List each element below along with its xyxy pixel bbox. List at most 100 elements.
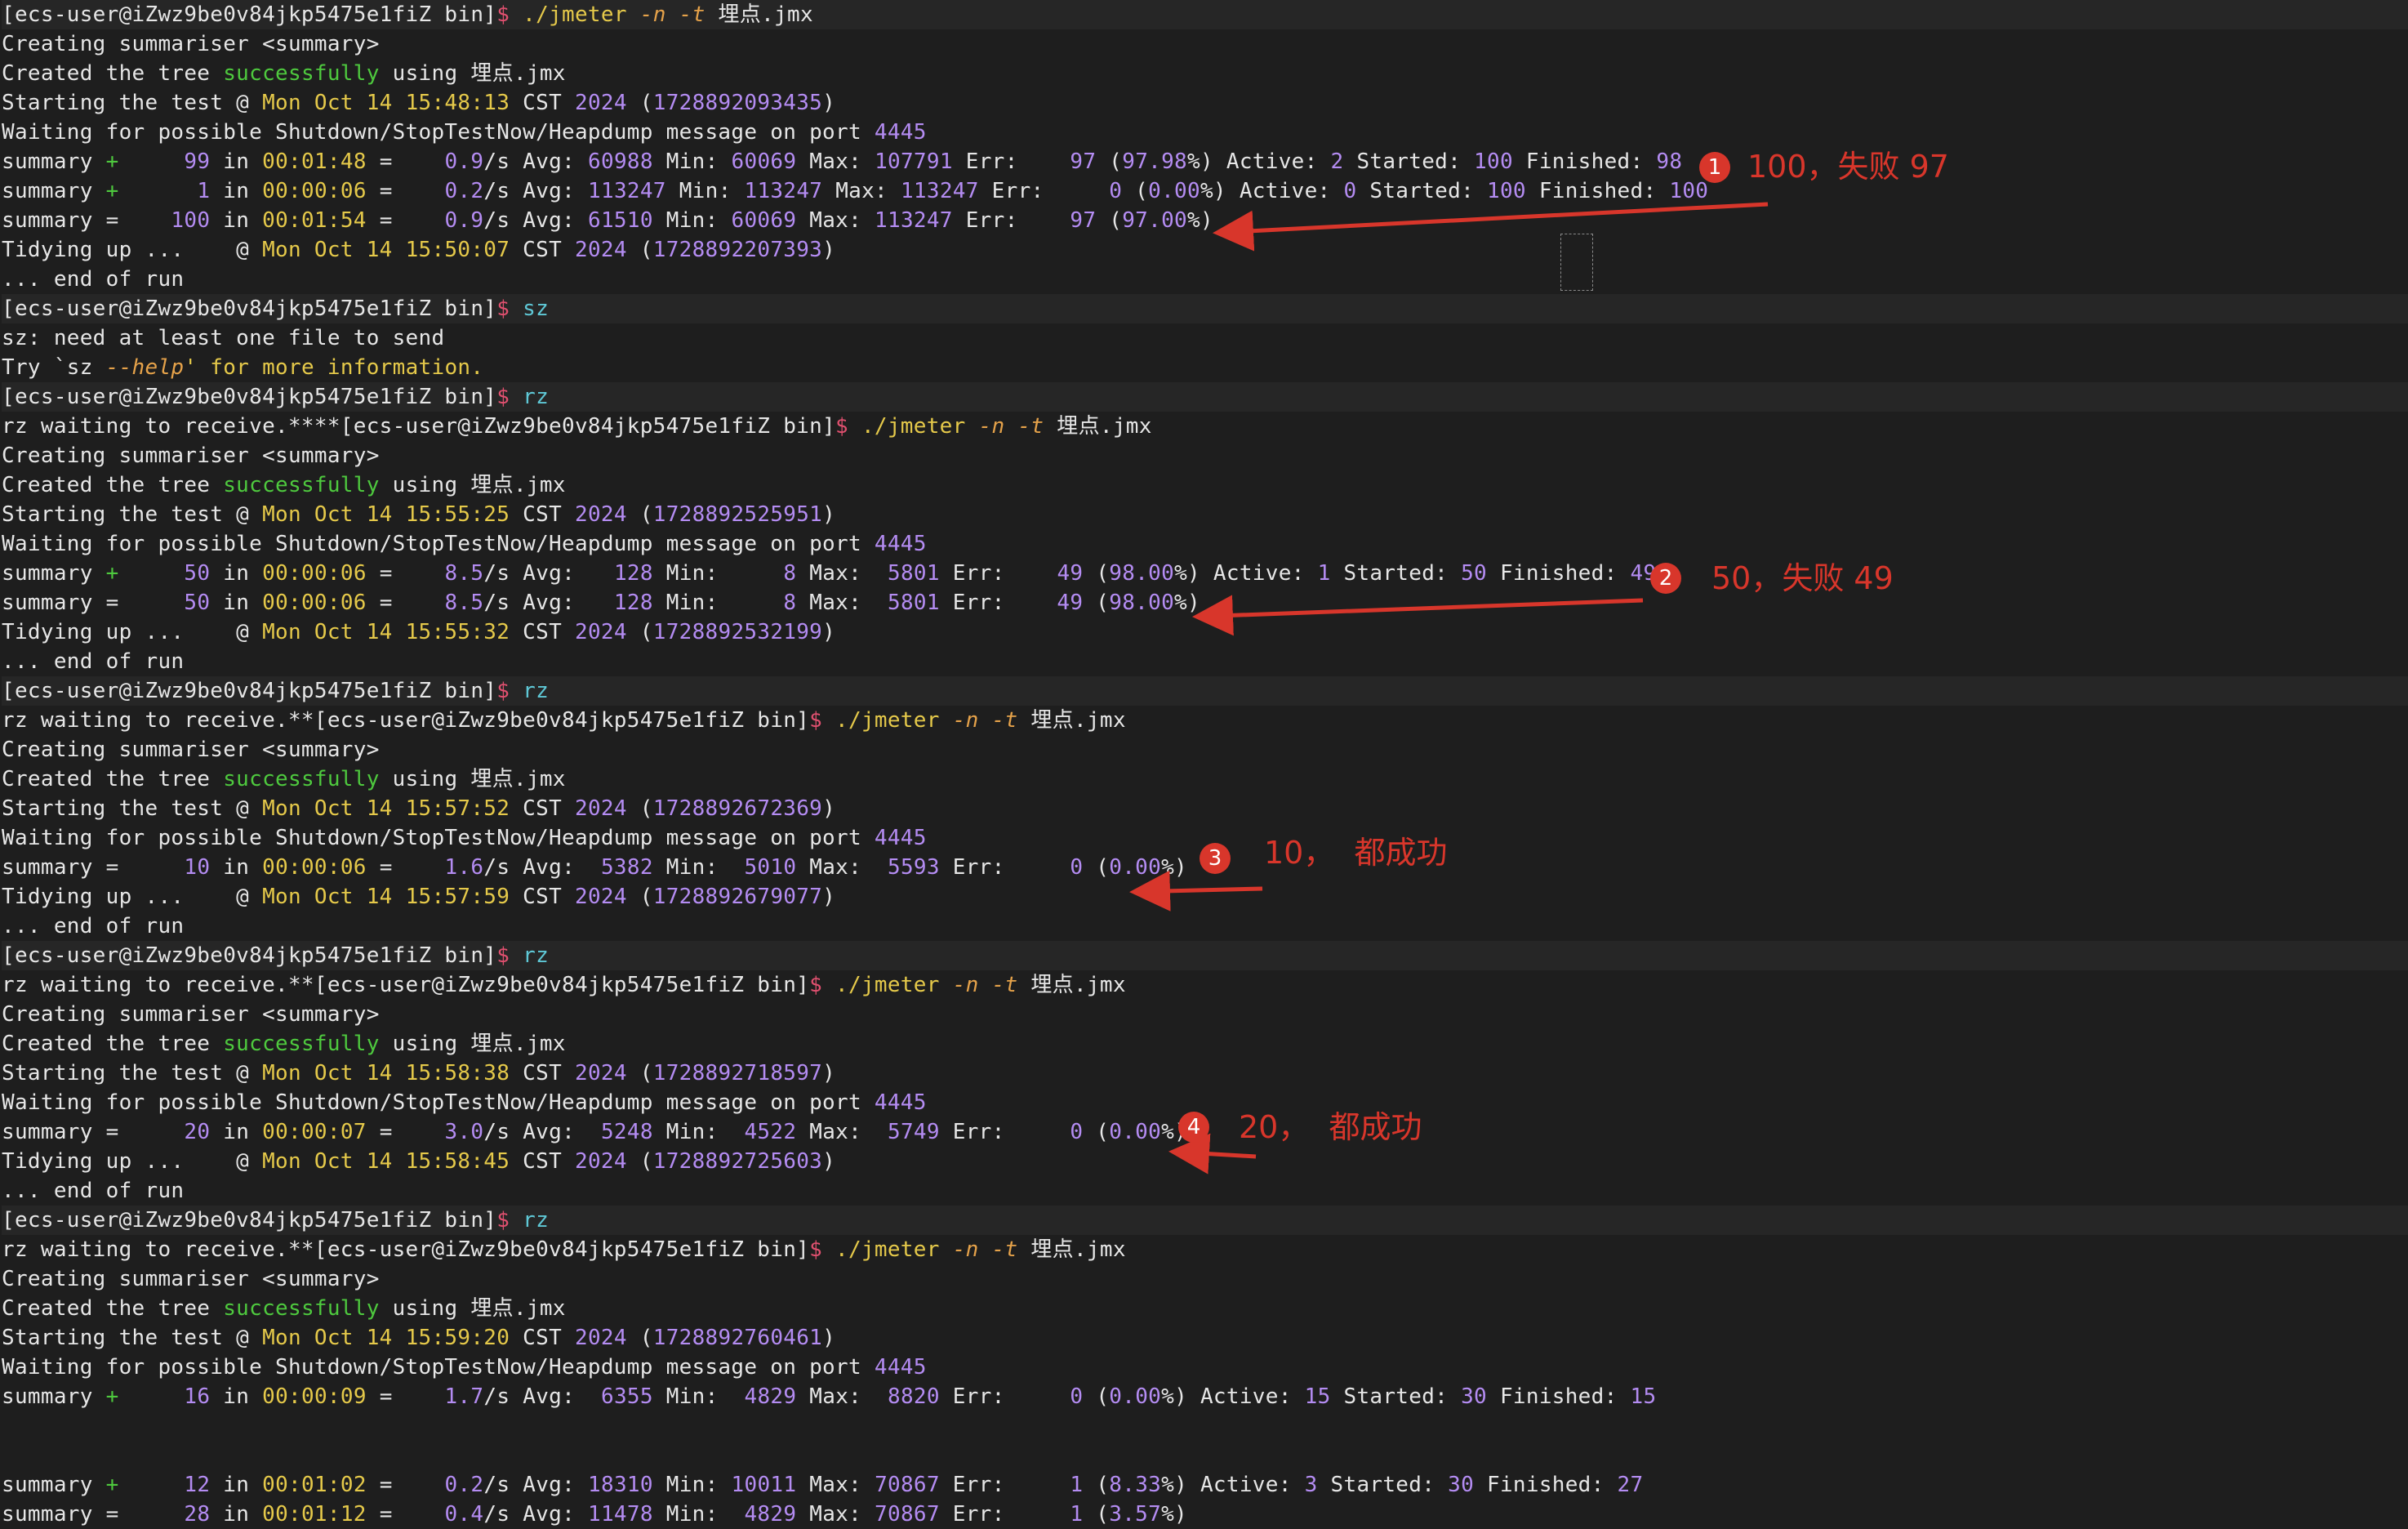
terminal-text-segment: $ xyxy=(496,2,523,27)
terminal-text-segment: Err: xyxy=(952,149,1070,174)
terminal-text-segment: ) xyxy=(822,238,836,262)
terminal-text-segment: 50 xyxy=(184,561,211,586)
terminal-text-segment: 4829 xyxy=(744,1502,797,1527)
terminal-text-segment: successfully xyxy=(223,61,380,86)
terminal-text-segment: ( xyxy=(626,885,653,909)
terminal-text-segment: 5593 xyxy=(887,855,940,880)
terminal-text-segment: Creating summariser <summary> xyxy=(2,444,380,468)
terminal-text-segment: -n -t xyxy=(639,2,719,27)
terminal-text-segment: using 埋点.jmx xyxy=(379,1296,566,1321)
terminal-text-segment: = xyxy=(366,1473,445,1497)
terminal-text-segment: 30 xyxy=(1448,1473,1475,1497)
terminal-text-segment: 0 xyxy=(1070,1120,1084,1144)
terminal-text-segment: Waiting for possible Shutdown/StopTestNo… xyxy=(2,826,875,850)
terminal-text-segment: Min: xyxy=(652,1384,745,1409)
terminal-text-segment: in xyxy=(210,1384,263,1409)
terminal-text-segment: Min: xyxy=(652,149,732,174)
terminal-text-segment: 00:01:48 xyxy=(262,149,367,174)
terminal-text-segment: summary = xyxy=(2,1502,185,1527)
terminal-text-segment: ( xyxy=(626,796,653,821)
terminal-text-segment: Mon Oct 14 15:57:52 xyxy=(262,796,510,821)
terminal-text-segment: = xyxy=(366,561,445,586)
terminal-text-segment: Finished: xyxy=(1525,179,1670,203)
terminal-text-segment: /s Avg: xyxy=(483,1120,601,1144)
terminal-text-segment: 113247 xyxy=(588,179,666,203)
terminal-text-segment: sz: need at least one file to send xyxy=(2,326,445,350)
terminal-text-segment: %) Active: xyxy=(1161,1384,1305,1409)
terminal-text-segment: Err: xyxy=(939,1384,1070,1409)
terminal-text-segment: Started: xyxy=(1317,1473,1449,1497)
terminal-text-segment: ... end of run xyxy=(2,1179,185,1203)
terminal-text-segment: /s Avg: xyxy=(483,561,614,586)
terminal-text-segment: /s Avg: xyxy=(483,179,589,203)
terminal-output-line: Starting the test @ Mon Oct 14 15:59:20 … xyxy=(2,1323,835,1353)
terminal-text-segment: [ecs-user@iZwz9be0v84jkp5475e1fiZ bin] xyxy=(2,385,497,409)
terminal-text-segment: 0 xyxy=(1070,1384,1084,1409)
terminal-window[interactable]: [ecs-user@iZwz9be0v84jkp5475e1fiZ bin]$ … xyxy=(0,0,2408,1527)
terminal-text-segment: = xyxy=(366,1502,445,1527)
terminal-text-segment: 2024 xyxy=(574,91,627,115)
terminal-output-line: Waiting for possible Shutdown/StopTestNo… xyxy=(2,529,927,559)
terminal-text-segment: 2 xyxy=(1330,149,1344,174)
terminal-text-segment: 97.00 xyxy=(1122,208,1187,233)
terminal-text-segment: rz xyxy=(523,943,550,968)
terminal-text-segment: using 埋点.jmx xyxy=(379,61,566,86)
terminal-text-segment: 1 xyxy=(197,179,211,203)
terminal-text-segment: [ecs-user@iZwz9be0v84jkp5475e1fiZ bin] xyxy=(2,2,497,27)
terminal-text-segment: 8 xyxy=(783,561,797,586)
terminal-text-segment: 10011 xyxy=(731,1473,797,1497)
terminal-prompt-line: [ecs-user@iZwz9be0v84jkp5475e1fiZ bin]$ … xyxy=(2,294,2408,323)
terminal-output-line: Creating summariser <summary> xyxy=(2,735,380,764)
terminal-text-segment: Waiting for possible Shutdown/StopTestNo… xyxy=(2,1355,875,1380)
terminal-text-segment: 00:01:02 xyxy=(262,1473,367,1497)
terminal-text-segment: Tidying up ... @ xyxy=(2,238,263,262)
terminal-output-line: Tidying up ... @ Mon Oct 14 15:57:59 CST… xyxy=(2,882,835,912)
terminal-text-segment: 11478 xyxy=(588,1502,653,1527)
terminal-text-segment: 0.9 xyxy=(444,208,484,233)
terminal-text-segment: 0.2 xyxy=(444,1473,484,1497)
terminal-text-segment: in xyxy=(210,179,263,203)
terminal-output-line: Tidying up ... @ Mon Oct 14 15:58:45 CST… xyxy=(2,1147,835,1176)
terminal-output-line: summary + 99 in 00:01:48 = 0.9/s Avg: 60… xyxy=(2,147,1682,176)
terminal-output-line: Starting the test @ Mon Oct 14 15:57:52 … xyxy=(2,794,835,823)
terminal-text-segment: 128 xyxy=(613,561,653,586)
terminal-text-segment: 30 xyxy=(1461,1384,1487,1409)
terminal-text-segment: in xyxy=(210,1120,263,1144)
terminal-text-segment: ./jmeter xyxy=(861,414,979,439)
terminal-text-segment: summary = xyxy=(2,1120,185,1144)
terminal-text-segment: 98.00 xyxy=(1109,591,1175,615)
terminal-text-segment: Waiting for possible Shutdown/StopTestNo… xyxy=(2,120,875,145)
terminal-text-segment: 0.00 xyxy=(1109,1120,1162,1144)
terminal-output-line: Try `sz --help' for more information. xyxy=(2,353,483,382)
terminal-text-segment: Created the tree xyxy=(2,473,224,497)
terminal-text-segment: successfully xyxy=(223,1296,380,1321)
terminal-text-segment: ( xyxy=(626,620,653,644)
terminal-text-segment: 60988 xyxy=(588,149,653,174)
terminal-text-segment: 5248 xyxy=(600,1120,653,1144)
terminal-text-segment: %) xyxy=(1186,208,1213,233)
annotation-badge-3: 3 xyxy=(1200,843,1231,874)
terminal-text-segment: Mon Oct 14 15:57:59 xyxy=(262,885,510,909)
annotation-badge-2: 2 xyxy=(1650,563,1681,594)
terminal-text-segment: 0.00 xyxy=(1109,1384,1162,1409)
terminal-text-segment: 4522 xyxy=(744,1120,797,1144)
terminal-text-segment: 49 xyxy=(1057,591,1084,615)
terminal-text-segment: /s Avg: xyxy=(483,1473,589,1497)
terminal-text-segment: Creating summariser <summary> xyxy=(2,1267,380,1291)
terminal-output-line: Tidying up ... @ Mon Oct 14 15:55:32 CST… xyxy=(2,617,835,647)
terminal-output-line: rz waiting to receive.**[ecs-user@iZwz9b… xyxy=(2,1235,1126,1264)
terminal-text-segment: 埋点.jmx xyxy=(1030,973,1126,997)
terminal-text-segment: ( xyxy=(626,1061,653,1085)
terminal-text-segment: 8.5 xyxy=(444,591,484,615)
terminal-text-segment: 15 xyxy=(1304,1384,1331,1409)
terminal-text-segment: 8820 xyxy=(888,1384,940,1409)
terminal-text-segment: in xyxy=(210,855,263,880)
terminal-text-segment: in xyxy=(210,561,263,586)
terminal-text-segment: 100 xyxy=(1669,179,1709,203)
terminal-output-line: summary = 20 in 00:00:07 = 3.0/s Avg: 52… xyxy=(2,1117,1187,1147)
terminal-text-segment: 00:00:06 xyxy=(262,591,367,615)
terminal-output-line: Waiting for possible Shutdown/StopTestNo… xyxy=(2,1353,927,1382)
terminal-text-segment: = xyxy=(366,149,445,174)
terminal-text-segment: 00:01:12 xyxy=(262,1502,367,1527)
